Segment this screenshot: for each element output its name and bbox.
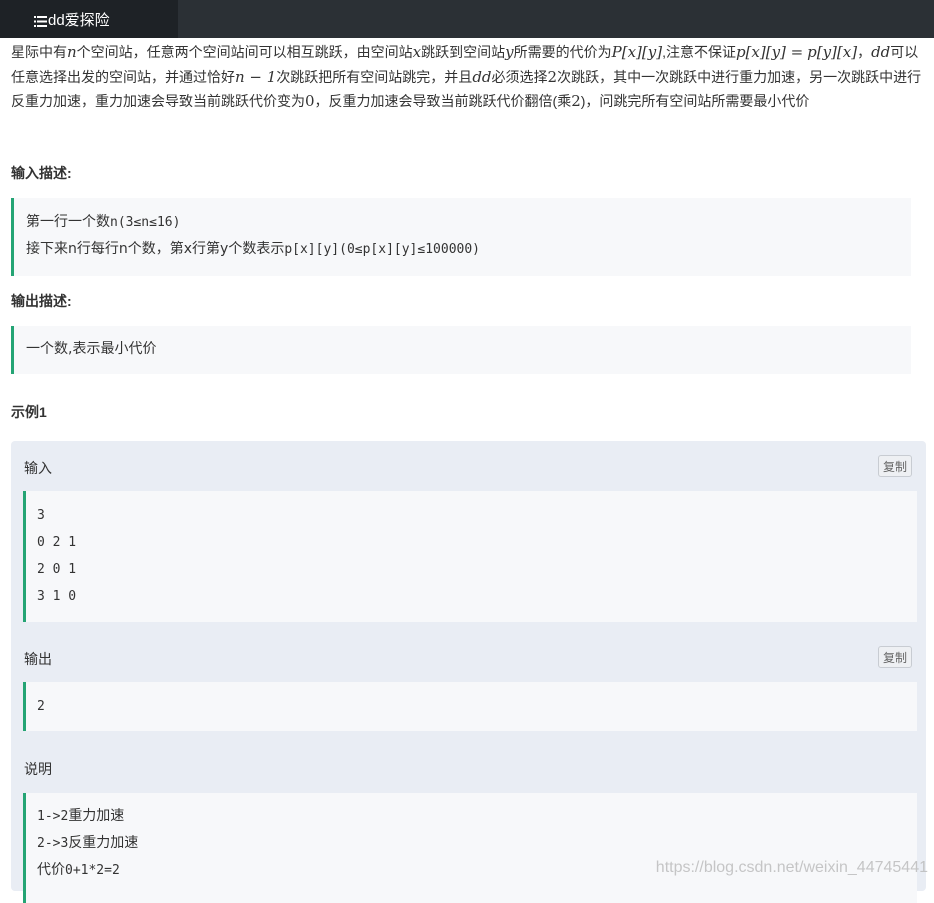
- problem-content: 星际中有n个空间站，任意两个空间站间可以相互跳跃，由空间站x跳跃到空间站y所需要…: [11, 38, 926, 420]
- copy-output-button[interactable]: 复制: [878, 646, 912, 668]
- output-description-block: 一个数,表示最小代价: [11, 326, 911, 374]
- code-line: 3 1 0: [37, 589, 77, 604]
- output-line: 一个数,表示最小代价: [26, 341, 157, 357]
- example-output-code: 2: [23, 682, 917, 731]
- input-line-1: 第一行一个数n(3≤n≤16): [26, 214, 181, 230]
- watermark: https://blog.csdn.net/weixin_44745441: [655, 859, 928, 876]
- example-explain-block: 1->2重力加速 2->3反重力加速 代价0+1*2=2: [23, 793, 917, 903]
- input-description-title: 输入描述:: [11, 165, 72, 181]
- copy-input-button[interactable]: 复制: [878, 455, 912, 477]
- explain-line: 代价0+1*2=2: [37, 862, 120, 878]
- top-bar: dd爱探险: [0, 0, 934, 38]
- example-title: 示例1: [11, 404, 47, 420]
- example-input-code: 3 0 2 1 2 0 1 3 1 0: [23, 491, 917, 622]
- input-line-2: 接下来n行每行n个数，第x行第y个数表示p[x][y](0≤p[x][y]≤10…: [26, 241, 480, 257]
- example-explain-label: 说明: [24, 761, 52, 777]
- code-line: 3: [37, 508, 45, 523]
- code-line: 2 0 1: [37, 562, 77, 577]
- code-line: 0 2 1: [37, 535, 77, 550]
- explain-line: 1->2重力加速: [37, 808, 125, 824]
- example-panel: 输入 复制 3 0 2 1 2 0 1 3 1 0 输出 复制 2 说明 1->…: [11, 441, 926, 903]
- tab-problem[interactable]: dd爱探险: [0, 0, 178, 38]
- example-input-label: 输入: [24, 460, 52, 476]
- problem-description: 星际中有n个空间站，任意两个空间站间可以相互跳跃，由空间站x跳跃到空间站y所需要…: [11, 43, 922, 110]
- tab-title: dd爱探险: [48, 11, 110, 29]
- code-line: 2: [37, 699, 45, 714]
- list-icon: [34, 14, 47, 27]
- explain-line: 2->3反重力加速: [37, 835, 139, 851]
- example-output-label: 输出: [24, 651, 52, 667]
- input-description-block: 第一行一个数n(3≤n≤16) 接下来n行每行n个数，第x行第y个数表示p[x]…: [11, 198, 911, 276]
- output-description-title: 输出描述:: [11, 293, 72, 309]
